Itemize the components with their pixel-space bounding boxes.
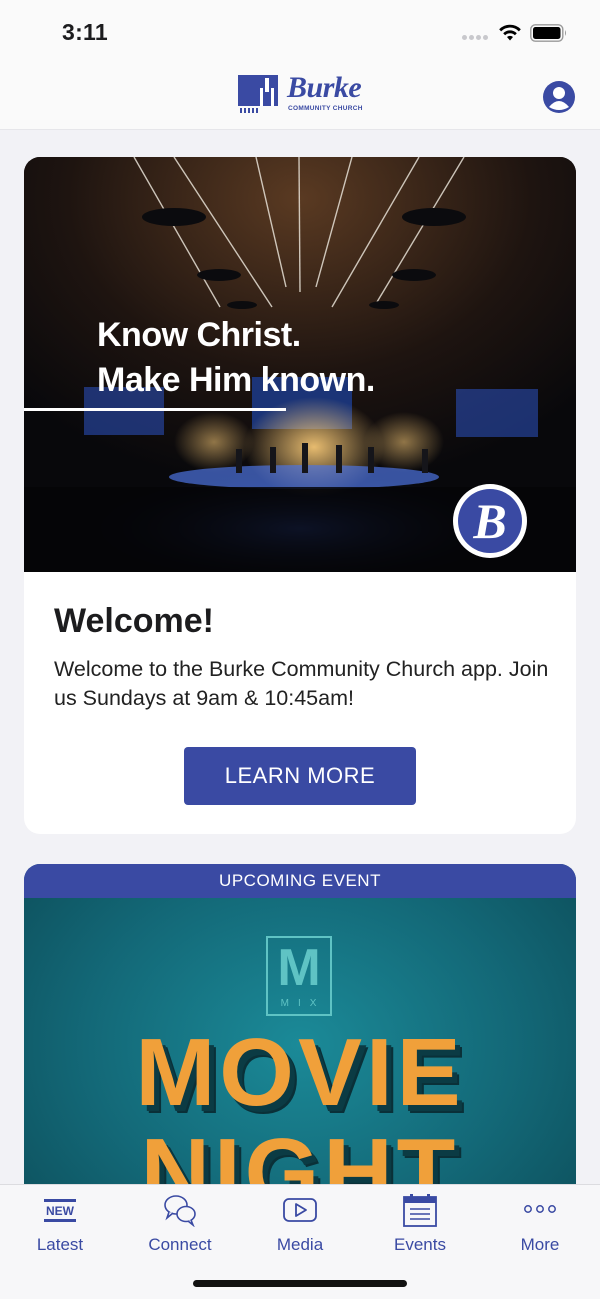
status-bar: 3:11 (0, 0, 600, 64)
tab-bar: NEW Latest Connect Media Events More (0, 1184, 600, 1299)
hero-line-2: Make Him known. (97, 361, 375, 399)
mix-logo: M MIX (266, 936, 332, 1016)
more-dots-icon (524, 1205, 556, 1213)
hero-image: Know Christ. Make Him known. B (24, 157, 576, 572)
welcome-card[interactable]: Know Christ. Make Him known. B Welcome! … (24, 157, 576, 834)
movie-night-image: M MIX MOVIE NIGHT (24, 898, 576, 1184)
tab-latest[interactable]: NEW Latest (0, 1185, 120, 1265)
event-card-label: UPCOMING EVENT (24, 864, 576, 898)
wifi-icon (499, 24, 521, 41)
battery-icon (530, 24, 566, 42)
night-art-text: NIGHT (140, 1119, 460, 1184)
chat-bubbles-icon (164, 1195, 196, 1227)
logo-subtitle: COMMUNITY CHURCH (288, 105, 363, 112)
tab-label: Latest (36, 1235, 84, 1254)
play-video-icon (283, 1198, 317, 1222)
tab-media[interactable]: Media (240, 1185, 360, 1265)
tab-label: More (520, 1235, 560, 1254)
tab-label: Media (276, 1235, 324, 1254)
content-feed[interactable]: Know Christ. Make Him known. B Welcome! … (0, 131, 600, 1184)
home-indicator[interactable] (193, 1280, 407, 1287)
welcome-body: Welcome to the Burke Community Church ap… (54, 657, 549, 710)
tab-label: Events (394, 1235, 446, 1254)
tab-connect[interactable]: Connect (120, 1185, 240, 1265)
hero-line-1: Know Christ. (97, 316, 301, 354)
svg-text:NEW: NEW (46, 1204, 75, 1218)
hero-headline: Know Christ. Make Him known. (97, 313, 375, 403)
tab-events[interactable]: Events (360, 1185, 480, 1265)
mix-logo-subtitle: MIX (280, 998, 326, 1009)
logo-wordmark: Burke (287, 71, 362, 104)
new-badge-icon: NEW (44, 1199, 76, 1222)
hero-divider (24, 408, 286, 411)
profile-icon[interactable] (542, 80, 576, 114)
movie-art-text: MOVIE (135, 1019, 465, 1126)
mix-logo-letter: M (277, 939, 321, 997)
church-b-logo: B (453, 484, 527, 558)
church-building-icon (238, 75, 278, 113)
tab-label: Connect (148, 1235, 212, 1254)
learn-more-button[interactable]: LEARN MORE (184, 747, 416, 805)
calendar-icon (403, 1194, 437, 1227)
status-time: 3:11 (62, 19, 108, 45)
app-header: Burke COMMUNITY CHURCH (0, 64, 600, 130)
welcome-title: Welcome! (54, 602, 214, 640)
upcoming-event-card[interactable]: UPCOMING EVENT M MIX MOVIE NIGHT (24, 864, 576, 1184)
b-logo-letter: B (458, 489, 522, 553)
tab-more[interactable]: More (480, 1185, 600, 1265)
church-logo[interactable]: Burke COMMUNITY CHURCH (238, 71, 366, 117)
cellular-signal-icon (462, 35, 490, 41)
